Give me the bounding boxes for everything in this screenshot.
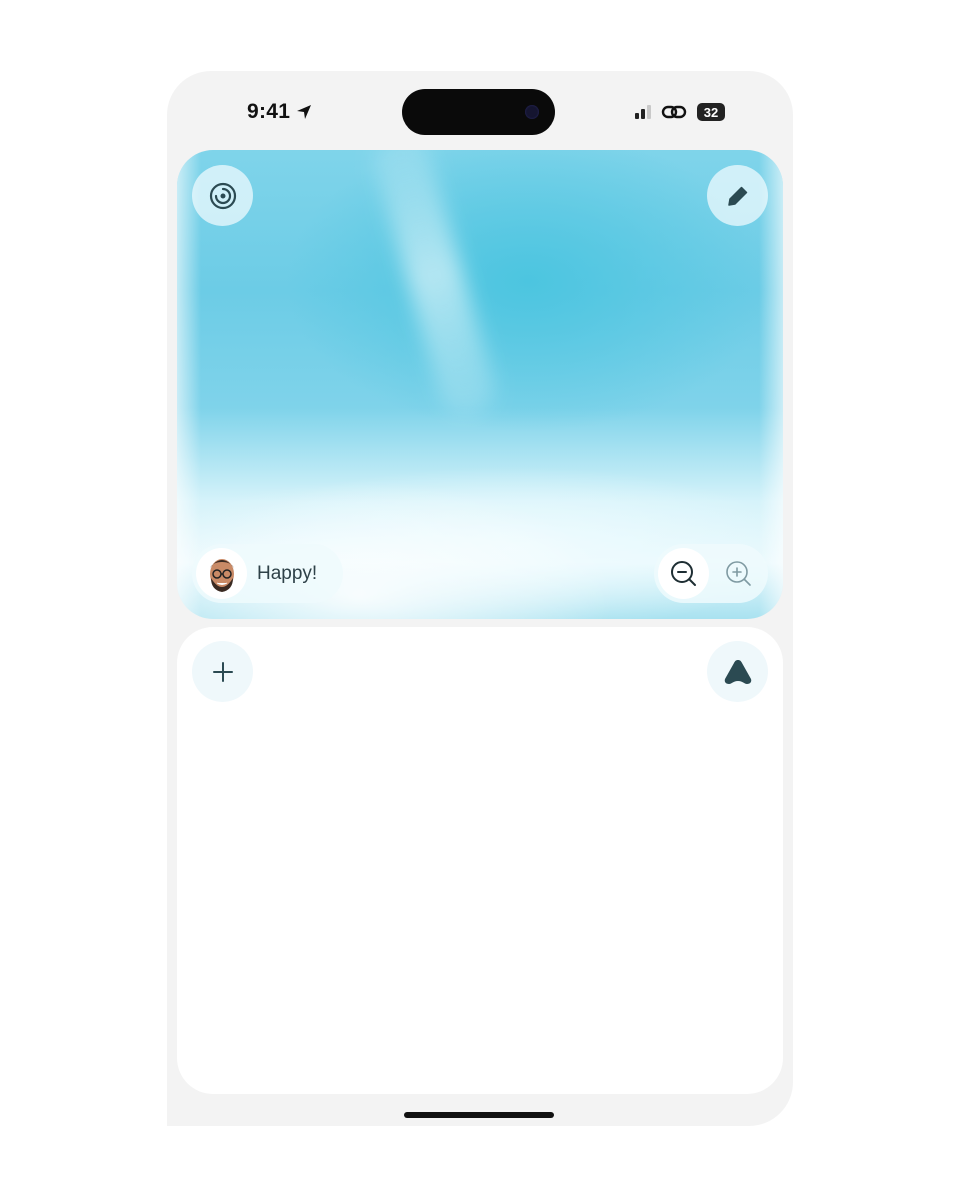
zoom-out-icon	[670, 560, 696, 586]
entries-panel	[177, 627, 783, 1094]
activity-rings-icon	[209, 182, 236, 209]
status-indicators: 32	[635, 103, 725, 121]
mood-label: Happy!	[257, 562, 318, 584]
status-time: 9:41	[247, 100, 312, 124]
plus-icon	[212, 661, 233, 682]
link-icon	[661, 105, 687, 119]
brand-button[interactable]	[707, 641, 768, 702]
light-streak	[368, 150, 501, 422]
status-time-label: 9:41	[247, 100, 291, 123]
dynamic-island	[402, 89, 555, 135]
zoom-out-button[interactable]	[658, 548, 709, 599]
activity-button[interactable]	[192, 165, 253, 226]
zoom-controls	[654, 544, 768, 603]
battery-icon: 32	[697, 103, 725, 121]
home-indicator	[404, 1112, 554, 1118]
brand-logo-icon	[724, 659, 751, 684]
memoji-avatar	[196, 548, 247, 599]
mood-chip[interactable]: Happy!	[192, 544, 343, 603]
zoom-in-button[interactable]	[713, 548, 764, 599]
phone-screen: 9:41 32 Happy!	[167, 71, 793, 1126]
location-arrow-icon	[297, 105, 312, 119]
pencil-icon	[727, 186, 747, 206]
add-button[interactable]	[192, 641, 253, 702]
edit-button[interactable]	[707, 165, 768, 226]
zoom-in-icon	[725, 560, 751, 586]
camera-dot	[525, 105, 539, 119]
signal-icon	[635, 105, 651, 119]
battery-level: 32	[703, 104, 719, 120]
mood-visual-card: Happy!	[177, 150, 783, 619]
